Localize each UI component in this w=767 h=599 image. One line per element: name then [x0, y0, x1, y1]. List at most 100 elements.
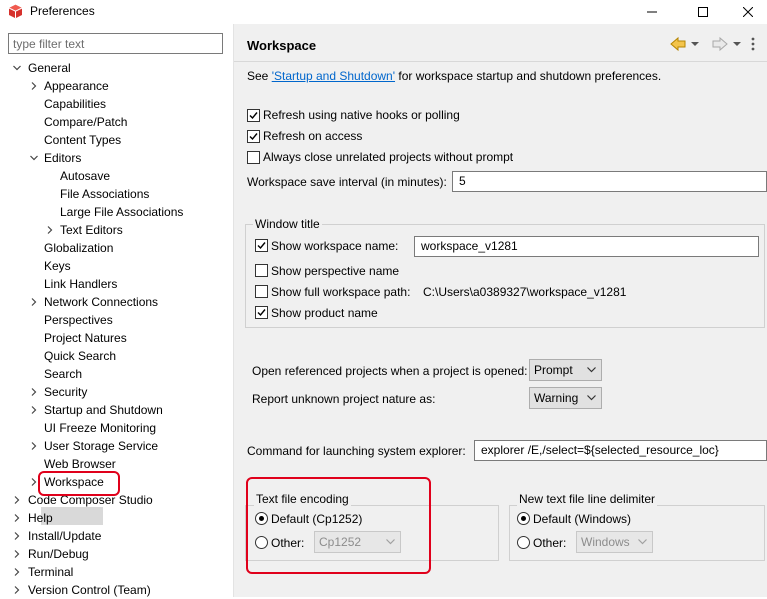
tree-item-network-connections[interactable]: Network Connections	[0, 293, 232, 311]
refresh-native-label: Refresh using native hooks or polling	[263, 108, 460, 122]
forward-arrow-icon[interactable]	[712, 36, 728, 52]
tree-item-label: Capabilities	[44, 97, 107, 111]
filter-input[interactable]	[8, 33, 223, 54]
tree-item-general[interactable]: General	[0, 59, 232, 77]
tree-item-label: Autosave	[60, 169, 111, 183]
chevron-right-icon[interactable]	[12, 531, 22, 541]
tree-item-project-natures[interactable]: Project Natures	[0, 329, 232, 347]
chevron-right-icon[interactable]	[29, 81, 39, 91]
maximize-button[interactable]	[680, 0, 726, 24]
tree-item-security[interactable]: Security	[0, 383, 232, 401]
chevron-right-icon[interactable]	[29, 405, 39, 415]
preferences-app-icon	[8, 4, 23, 19]
encoding-other-radio[interactable]	[255, 536, 268, 549]
tree-item-large-file-associations[interactable]: Large File Associations	[0, 203, 232, 221]
encoding-default-radio[interactable]	[255, 512, 268, 525]
refresh-access-checkbox[interactable]	[247, 130, 260, 143]
tree-item-version-control[interactable]: Version Control (Team)	[0, 581, 232, 599]
tree-item-link-handlers[interactable]: Link Handlers	[0, 275, 232, 293]
tree-item-label: Help	[28, 511, 53, 525]
radio-selected-dot	[259, 516, 264, 521]
encoding-other-label: Other:	[271, 536, 305, 550]
tree-item-label: Link Handlers	[44, 277, 118, 291]
tree-item-globalization[interactable]: Globalization	[0, 239, 232, 257]
open-referenced-label: Open referenced projects when a project …	[252, 364, 528, 378]
refresh-native-checkbox[interactable]	[247, 109, 260, 122]
encoding-default-label: Default (Cp1252)	[271, 512, 363, 526]
tree-item-autosave[interactable]: Autosave	[0, 167, 232, 185]
tree-item-compare-patch[interactable]: Compare/Patch	[0, 113, 232, 131]
encoding-other-select[interactable]: Cp1252	[314, 531, 401, 553]
command-label: Command for launching system explorer:	[247, 444, 466, 458]
tree-item-label: UI Freeze Monitoring	[44, 421, 157, 435]
tree-item-quick-search[interactable]: Quick Search	[0, 347, 232, 365]
window-titlebar: Preferences	[0, 0, 767, 24]
startup-shutdown-link[interactable]: 'Startup and Shutdown'	[272, 69, 395, 83]
back-menu-chevron-icon[interactable]	[691, 42, 699, 46]
tree-item-label: Editors	[44, 151, 82, 165]
minimize-button[interactable]	[629, 0, 675, 24]
delimiter-other-select[interactable]: Windows	[576, 531, 653, 553]
workspace-preference-page: Workspace See 'Startup and Shutdown' for…	[234, 24, 767, 597]
chevron-right-icon[interactable]	[12, 495, 22, 505]
refresh-access-label: Refresh on access	[263, 129, 363, 143]
workspace-name-input[interactable]: workspace_v1281	[414, 236, 759, 257]
chevron-right-icon[interactable]	[29, 297, 39, 307]
tree-item-help[interactable]: Help	[0, 509, 232, 527]
tree-item-startup-shutdown[interactable]: Startup and Shutdown	[0, 401, 232, 419]
tree-item-web-browser[interactable]: Web Browser	[0, 455, 232, 473]
tree-item-code-composer-studio[interactable]: Code Composer Studio	[0, 491, 232, 509]
unknown-nature-select[interactable]: Warning	[529, 387, 602, 409]
chevron-right-icon[interactable]	[12, 567, 22, 577]
chevron-right-icon[interactable]	[12, 585, 22, 595]
tree-item-keys[interactable]: Keys	[0, 257, 232, 275]
chevron-right-icon[interactable]	[29, 441, 39, 451]
chevron-right-icon[interactable]	[45, 225, 55, 235]
tree-item-appearance[interactable]: Appearance	[0, 77, 232, 95]
tree-item-ui-freeze-monitoring[interactable]: UI Freeze Monitoring	[0, 419, 232, 437]
show-product-name-checkbox[interactable]	[255, 306, 268, 319]
chevron-down-icon[interactable]	[12, 63, 22, 73]
close-button[interactable]	[725, 0, 767, 24]
always-close-label: Always close unrelated projects without …	[263, 150, 514, 164]
tree-item-capabilities[interactable]: Capabilities	[0, 95, 232, 113]
tree-item-workspace[interactable]: Workspace	[0, 473, 232, 491]
view-menu-icon[interactable]	[751, 37, 755, 51]
open-referenced-select[interactable]: Prompt	[529, 359, 602, 381]
tree-item-text-editors[interactable]: Text Editors	[0, 221, 232, 239]
chevron-down-icon[interactable]	[29, 153, 39, 163]
tree-item-label: Keys	[44, 259, 71, 273]
tree-item-perspectives[interactable]: Perspectives	[0, 311, 232, 329]
chevron-right-icon[interactable]	[29, 477, 39, 487]
encoding-other-value: Cp1252	[319, 535, 362, 549]
unknown-nature-label: Report unknown project nature as:	[252, 392, 436, 406]
tree-item-file-associations[interactable]: File Associations	[0, 185, 232, 203]
show-workspace-name-checkbox[interactable]	[255, 239, 268, 252]
chevron-right-icon[interactable]	[12, 513, 22, 523]
tree-item-terminal[interactable]: Terminal	[0, 563, 232, 581]
tree-item-run-debug[interactable]: Run/Debug	[0, 545, 232, 563]
window-title-group-label: Window title	[253, 217, 322, 231]
chevron-down-icon	[587, 367, 596, 373]
command-input[interactable]: explorer /E,/select=${selected_resource_…	[474, 440, 767, 461]
forward-menu-chevron-icon[interactable]	[733, 42, 741, 46]
back-arrow-icon[interactable]	[670, 36, 686, 52]
chevron-right-icon[interactable]	[29, 387, 39, 397]
delimiter-default-radio[interactable]	[517, 512, 530, 525]
maximize-icon	[698, 7, 708, 17]
delimiter-other-radio[interactable]	[517, 536, 530, 549]
chevron-right-icon[interactable]	[12, 549, 22, 559]
tree-item-label: Run/Debug	[28, 547, 89, 561]
show-full-path-checkbox[interactable]	[255, 285, 268, 298]
tree-item-label: Project Natures	[44, 331, 127, 345]
always-close-checkbox[interactable]	[247, 151, 260, 164]
save-interval-input[interactable]: 5	[452, 171, 767, 192]
tree-item-label: Text Editors	[60, 223, 123, 237]
tree-item-install-update[interactable]: Install/Update	[0, 527, 232, 545]
tree-item-user-storage-service[interactable]: User Storage Service	[0, 437, 232, 455]
chevron-down-icon	[587, 395, 596, 401]
show-perspective-name-checkbox[interactable]	[255, 264, 268, 277]
tree-item-search[interactable]: Search	[0, 365, 232, 383]
tree-item-editors[interactable]: Editors	[0, 149, 232, 167]
tree-item-content-types[interactable]: Content Types	[0, 131, 232, 149]
